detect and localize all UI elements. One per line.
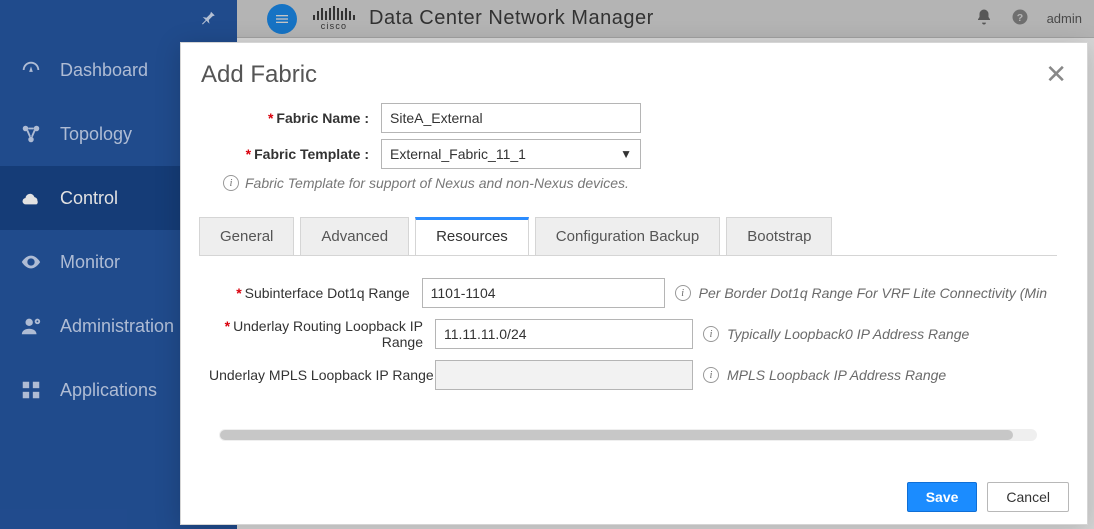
- underlay-routing-lo-desc: i Typically Loopback0 IP Address Range: [703, 326, 969, 342]
- pin-icon[interactable]: [199, 8, 217, 31]
- help-icon[interactable]: ?: [1011, 8, 1029, 29]
- tab-strip: General Advanced Resources Configuration…: [199, 217, 1057, 255]
- topbar-right: ? admin: [975, 8, 1082, 29]
- sidebar-item-label: Dashboard: [60, 60, 148, 81]
- eye-icon: [20, 251, 42, 273]
- svg-text:?: ?: [1016, 12, 1022, 24]
- sidebar-item-label: Monitor: [60, 252, 120, 273]
- modal-title: Add Fabric: [201, 61, 317, 89]
- underlay-mpls-lo-desc: i MPLS Loopback IP Address Range: [703, 367, 946, 383]
- sidebar-pin-row: [0, 0, 237, 38]
- topology-icon: [20, 123, 42, 145]
- underlay-routing-lo-label: *Underlay Routing Loopback IPRange: [209, 318, 435, 350]
- scrollbar-thumb[interactable]: [1059, 219, 1066, 339]
- subif-dot1q-desc: i Per Border Dot1q Range For VRF Lite Co…: [675, 285, 1047, 301]
- template-helper: i Fabric Template for support of Nexus a…: [223, 175, 1057, 191]
- resource-row-underlay-routing: *Underlay Routing Loopback IPRange i Typ…: [209, 318, 1047, 350]
- modal-header: Add Fabric ✕: [181, 43, 1087, 95]
- fabric-template-select[interactable]: External_Fabric_11_1 ▼: [381, 139, 641, 169]
- info-icon: i: [703, 326, 719, 342]
- user-label[interactable]: admin: [1047, 11, 1082, 26]
- vertical-scrollbar[interactable]: [1057, 217, 1067, 464]
- app-topbar: cisco Data Center Network Manager ? admi…: [237, 0, 1094, 38]
- user-gear-icon: [20, 315, 42, 337]
- fabric-name-label: *Fabric Name :: [211, 110, 381, 126]
- template-helper-text: Fabric Template for support of Nexus and…: [245, 175, 629, 191]
- fabric-template-value: External_Fabric_11_1: [390, 146, 526, 162]
- tab-area: General Advanced Resources Configuration…: [199, 217, 1069, 464]
- subif-dot1q-input[interactable]: [422, 278, 665, 308]
- fabric-template-label: *Fabric Template :: [211, 146, 381, 162]
- info-icon: i: [703, 367, 719, 383]
- resource-row-subif: *Subinterface Dot1q Range i Per Border D…: [209, 278, 1047, 308]
- scrollbar-thumb[interactable]: [220, 430, 1013, 440]
- tab-panel-resources: *Subinterface Dot1q Range i Per Border D…: [199, 255, 1057, 425]
- app-title: Data Center Network Manager: [369, 7, 654, 30]
- tab-resources[interactable]: Resources: [415, 217, 529, 255]
- vendor-logo: cisco: [313, 6, 355, 31]
- subif-dot1q-label: *Subinterface Dot1q Range: [209, 285, 422, 301]
- info-icon: i: [223, 175, 239, 191]
- underlay-routing-lo-input[interactable]: [435, 319, 693, 349]
- tab-advanced[interactable]: Advanced: [300, 217, 409, 255]
- horizontal-scrollbar[interactable]: [219, 429, 1037, 441]
- sidebar-item-label: Applications: [60, 380, 157, 401]
- fabric-template-row: *Fabric Template : External_Fabric_11_1 …: [211, 139, 1057, 169]
- fabric-name-input[interactable]: [381, 103, 641, 133]
- fabric-name-row: *Fabric Name :: [211, 103, 1057, 133]
- resource-row-underlay-mpls: Underlay MPLS Loopback IP Range i MPLS L…: [209, 360, 1047, 390]
- close-icon[interactable]: ✕: [1045, 61, 1067, 87]
- gauge-icon: [20, 59, 42, 81]
- tab-configuration-backup[interactable]: Configuration Backup: [535, 217, 720, 255]
- underlay-mpls-lo-label: Underlay MPLS Loopback IP Range: [209, 367, 435, 383]
- tab-bootstrap[interactable]: Bootstrap: [726, 217, 832, 255]
- vendor-text: cisco: [313, 22, 355, 31]
- modal-form-top: *Fabric Name : *Fabric Template : Extern…: [181, 95, 1087, 193]
- chevron-down-icon: ▼: [620, 147, 632, 161]
- sidebar-item-label: Topology: [60, 124, 132, 145]
- modal-footer: Save Cancel: [181, 464, 1087, 524]
- save-button[interactable]: Save: [907, 482, 978, 512]
- bell-icon[interactable]: [975, 8, 993, 29]
- underlay-mpls-lo-input[interactable]: [435, 360, 693, 390]
- hamburger-menu-button[interactable]: [267, 4, 297, 34]
- add-fabric-modal: Add Fabric ✕ *Fabric Name : *Fabric Temp…: [180, 42, 1088, 525]
- tab-general[interactable]: General: [199, 217, 294, 255]
- cancel-button[interactable]: Cancel: [987, 482, 1069, 512]
- sidebar-item-label: Control: [60, 188, 118, 209]
- cloud-gear-icon: [20, 187, 42, 209]
- sidebar-item-label: Administration: [60, 316, 174, 337]
- info-icon: i: [675, 285, 691, 301]
- apps-icon: [20, 379, 42, 401]
